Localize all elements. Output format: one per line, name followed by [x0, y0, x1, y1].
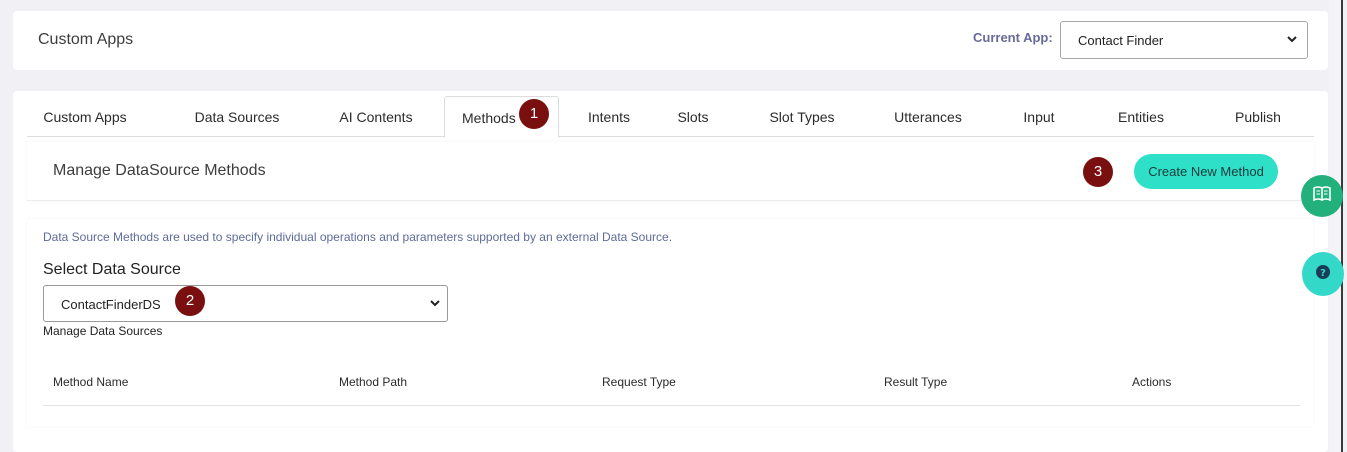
tab-custom-apps[interactable]: Custom Apps — [39, 96, 131, 137]
tab-publish[interactable]: Publish — [1217, 96, 1299, 137]
data-source-label: Select Data Source — [43, 261, 181, 278]
tab-slot-types[interactable]: Slot Types — [761, 96, 843, 137]
tab-methods-label: Methods — [462, 110, 516, 126]
page-title: Custom Apps — [38, 31, 134, 48]
tab-slots[interactable]: Slots — [667, 96, 719, 137]
step-badge-1: 1 — [519, 99, 549, 129]
methods-panel: Custom Apps Data Sources AI Contents Met… — [13, 91, 1328, 452]
tab-entities[interactable]: Entities — [1107, 96, 1175, 137]
section-header: Manage DataSource Methods 3 Create New M… — [27, 142, 1314, 201]
step-badge-3: 3 — [1083, 157, 1113, 187]
column-result-type: Result Type — [884, 375, 948, 389]
column-actions: Actions — [1132, 375, 1172, 389]
current-app-value: Contact Finder — [1078, 33, 1164, 48]
tab-ai-contents[interactable]: AI Contents — [321, 96, 431, 137]
tab-input[interactable]: Input — [1011, 96, 1067, 137]
create-new-method-button[interactable]: Create New Method — [1134, 154, 1278, 189]
methods-table-header: Method Name Method Path Request Type Res… — [43, 359, 1300, 406]
section-description: Data Source Methods are used to specify … — [43, 230, 673, 244]
chevron-down-icon — [429, 297, 441, 312]
tab-bar: Custom Apps Data Sources AI Contents Met… — [27, 96, 1314, 138]
tab-data-sources[interactable]: Data Sources — [182, 96, 292, 137]
column-method-path: Method Path — [339, 375, 408, 389]
question-icon: ? — [1315, 264, 1331, 285]
column-method-name: Method Name — [53, 375, 129, 389]
methods-content: Data Source Methods are used to specify … — [27, 219, 1314, 427]
app-header: Custom Apps Current App: Contact Finder — [13, 11, 1328, 70]
tab-utterances[interactable]: Utterances — [883, 96, 973, 137]
page-right-strip — [1329, 0, 1341, 452]
guide-button[interactable] — [1301, 175, 1343, 217]
data-source-value: ContactFinderDS — [61, 297, 161, 312]
help-button[interactable]: ? — [1302, 252, 1344, 296]
current-app-select[interactable]: Contact Finder — [1060, 21, 1308, 59]
svg-text:?: ? — [1320, 268, 1326, 279]
chevron-down-icon — [1286, 33, 1298, 48]
data-source-select[interactable]: ContactFinderDS — [43, 285, 448, 322]
tab-intents[interactable]: Intents — [567, 96, 651, 137]
section-title: Manage DataSource Methods — [53, 162, 266, 179]
book-icon — [1313, 185, 1331, 207]
current-app-label: Current App: — [973, 30, 1053, 45]
column-request-type: Request Type — [602, 375, 676, 389]
step-badge-2: 2 — [175, 286, 205, 316]
manage-data-sources-link[interactable]: Manage Data Sources — [43, 324, 162, 338]
window-edge — [1341, 0, 1343, 452]
